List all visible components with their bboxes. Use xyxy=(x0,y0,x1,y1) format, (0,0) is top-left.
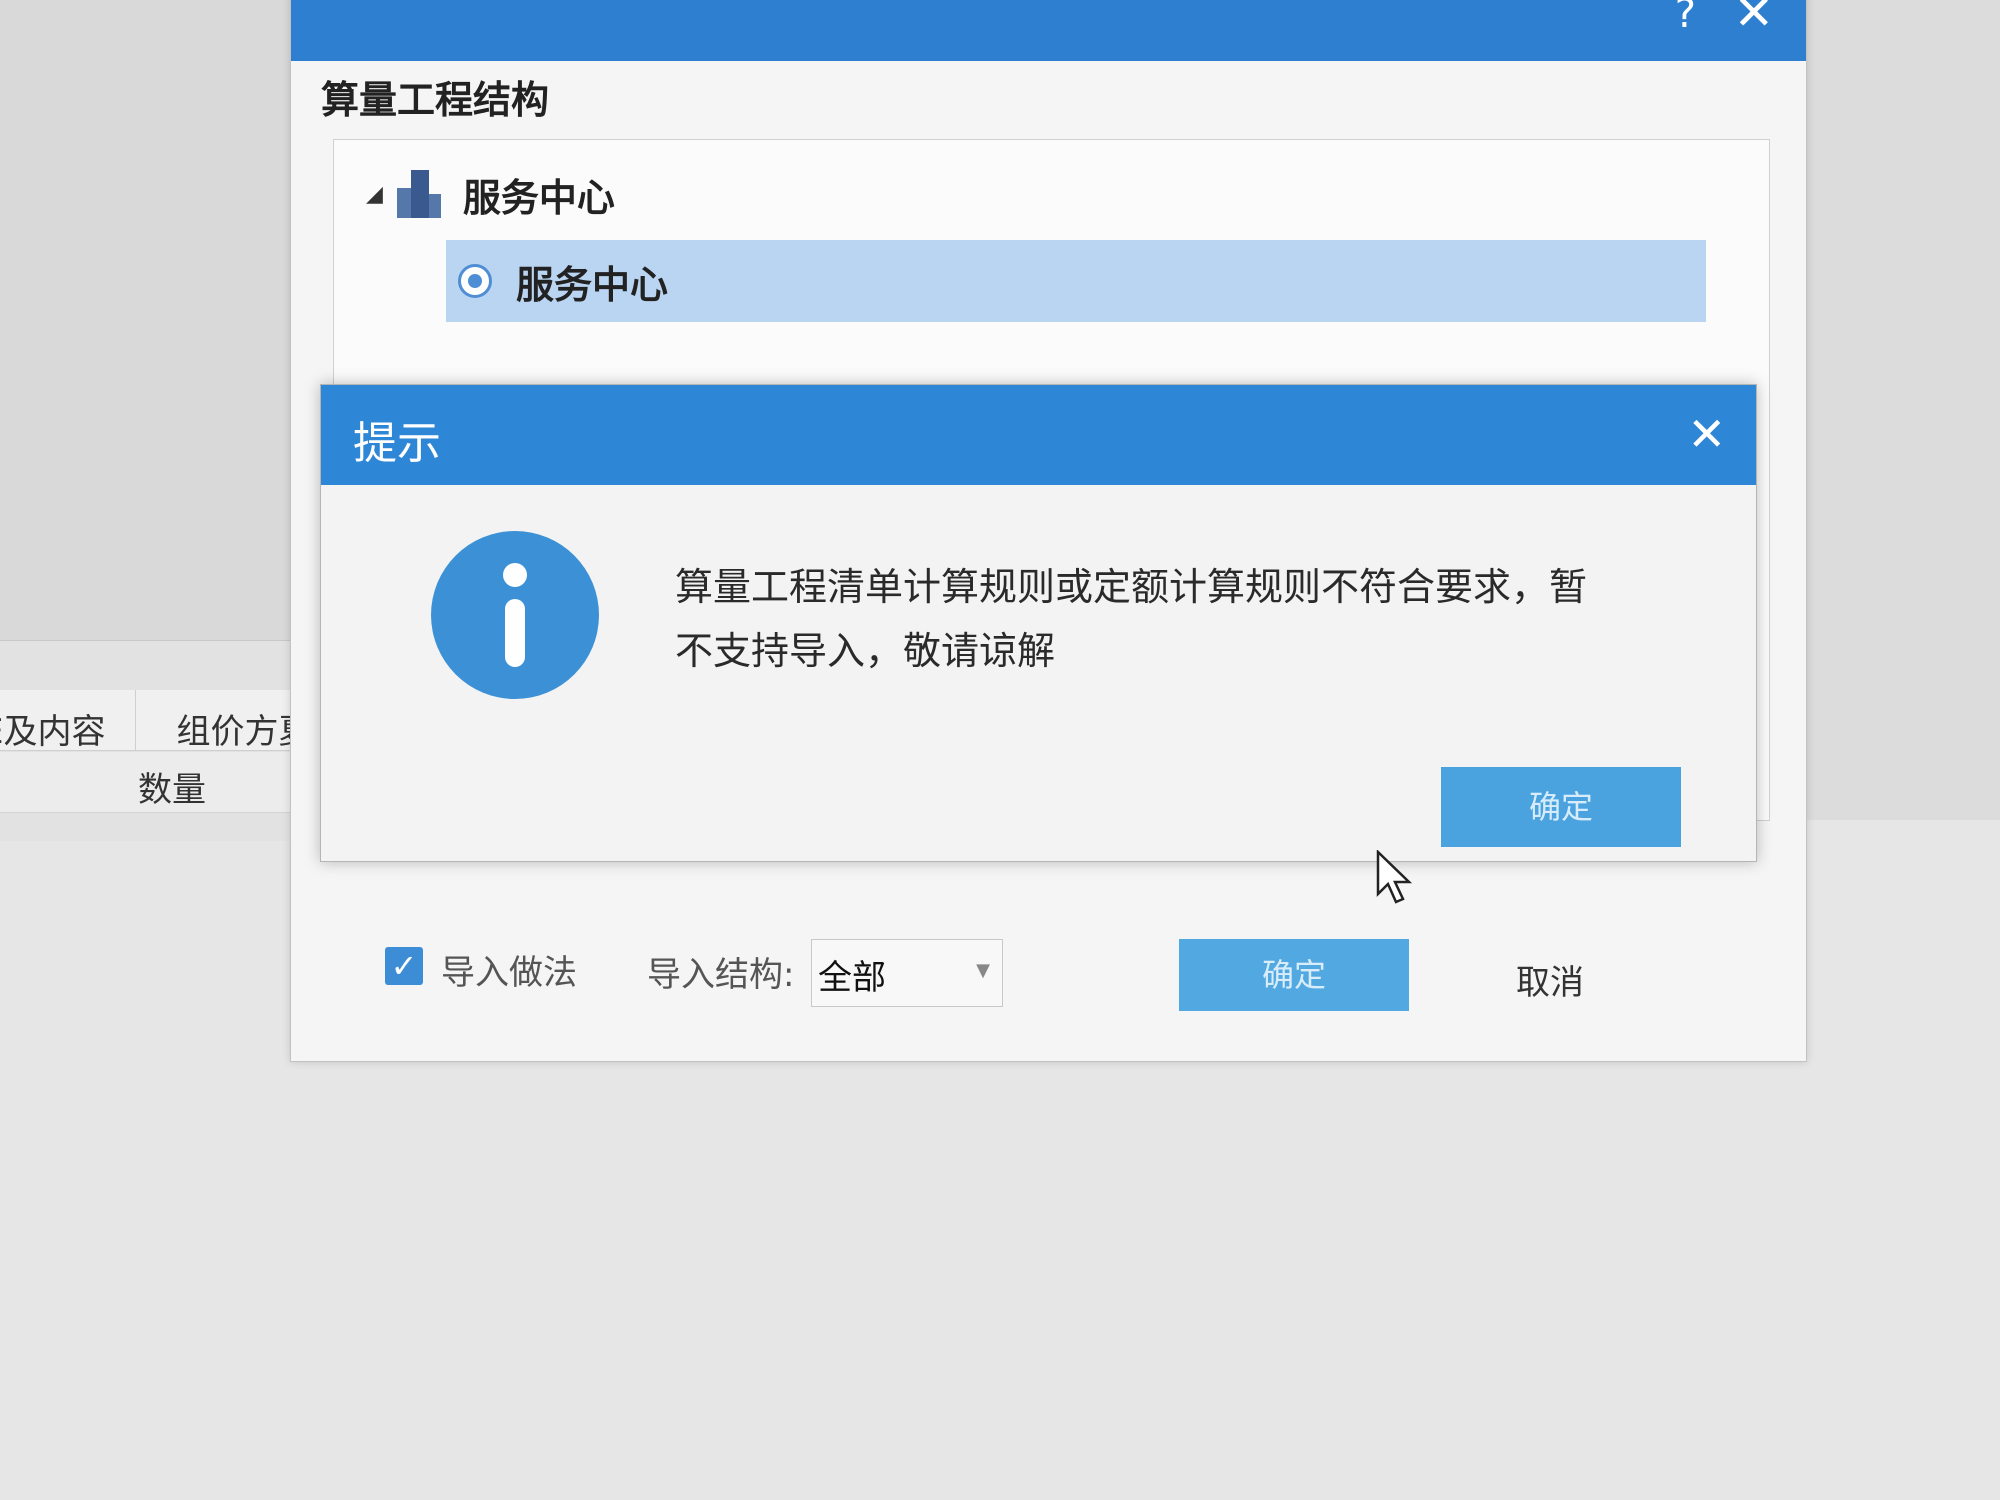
select-value: 全部 xyxy=(818,958,886,998)
import-method-checkbox[interactable]: ✓ xyxy=(385,947,423,985)
alert-title: 提示 xyxy=(353,418,441,469)
ok-button[interactable]: 确定 xyxy=(1441,767,1681,847)
close-icon[interactable]: ✕ xyxy=(1687,407,1726,461)
alert-message: 算量工程清单计算规则或定额计算规则不符合要求，暂不支持导入，敬请谅解 xyxy=(675,565,1588,673)
checkbox-label: 导入做法 xyxy=(441,953,577,993)
structure-label: 导入结构: xyxy=(647,955,795,995)
collapse-caret-icon[interactable]: ◢ xyxy=(366,182,383,207)
column-header-quantity: 数量 xyxy=(138,770,206,810)
tree-node-root[interactable]: ◢ 服务中心 xyxy=(366,164,615,224)
section-title: 算量工程结构 xyxy=(321,78,550,122)
chevron-down-icon: ▼ xyxy=(976,960,990,981)
mouse-cursor-icon xyxy=(1376,850,1413,904)
help-icon[interactable]: ? xyxy=(1675,0,1696,37)
background-panel xyxy=(0,0,300,640)
cancel-button[interactable]: 取消 xyxy=(1516,955,1584,1004)
structure-select[interactable]: 全部 ▼ xyxy=(811,939,1003,1007)
building-icon xyxy=(396,170,441,218)
dialog-titlebar: ? ✕ xyxy=(291,0,1806,61)
tree-node-label: 服务中心 xyxy=(516,262,669,307)
tree-node-label: 服务中心 xyxy=(462,175,615,220)
background-panel-right xyxy=(1800,0,2000,820)
info-icon xyxy=(431,531,599,699)
radio-icon[interactable] xyxy=(458,264,492,298)
alert-titlebar: 提示 ✕ xyxy=(321,385,1756,485)
ok-button[interactable]: 确定 xyxy=(1179,939,1409,1011)
alert-dialog: 提示 ✕ 算量工程清单计算规则或定额计算规则不符合要求，暂不支持导入，敬请谅解 … xyxy=(320,384,1757,862)
tree-node-child-selected[interactable]: 服务中心 xyxy=(446,240,1706,322)
tab-content[interactable]: E及内容 xyxy=(0,690,137,752)
close-icon[interactable]: ✕ xyxy=(1734,0,1774,41)
dialog-footer: ✓ 导入做法 导入结构: 全部 ▼ 确定 取消 xyxy=(291,939,1806,1031)
